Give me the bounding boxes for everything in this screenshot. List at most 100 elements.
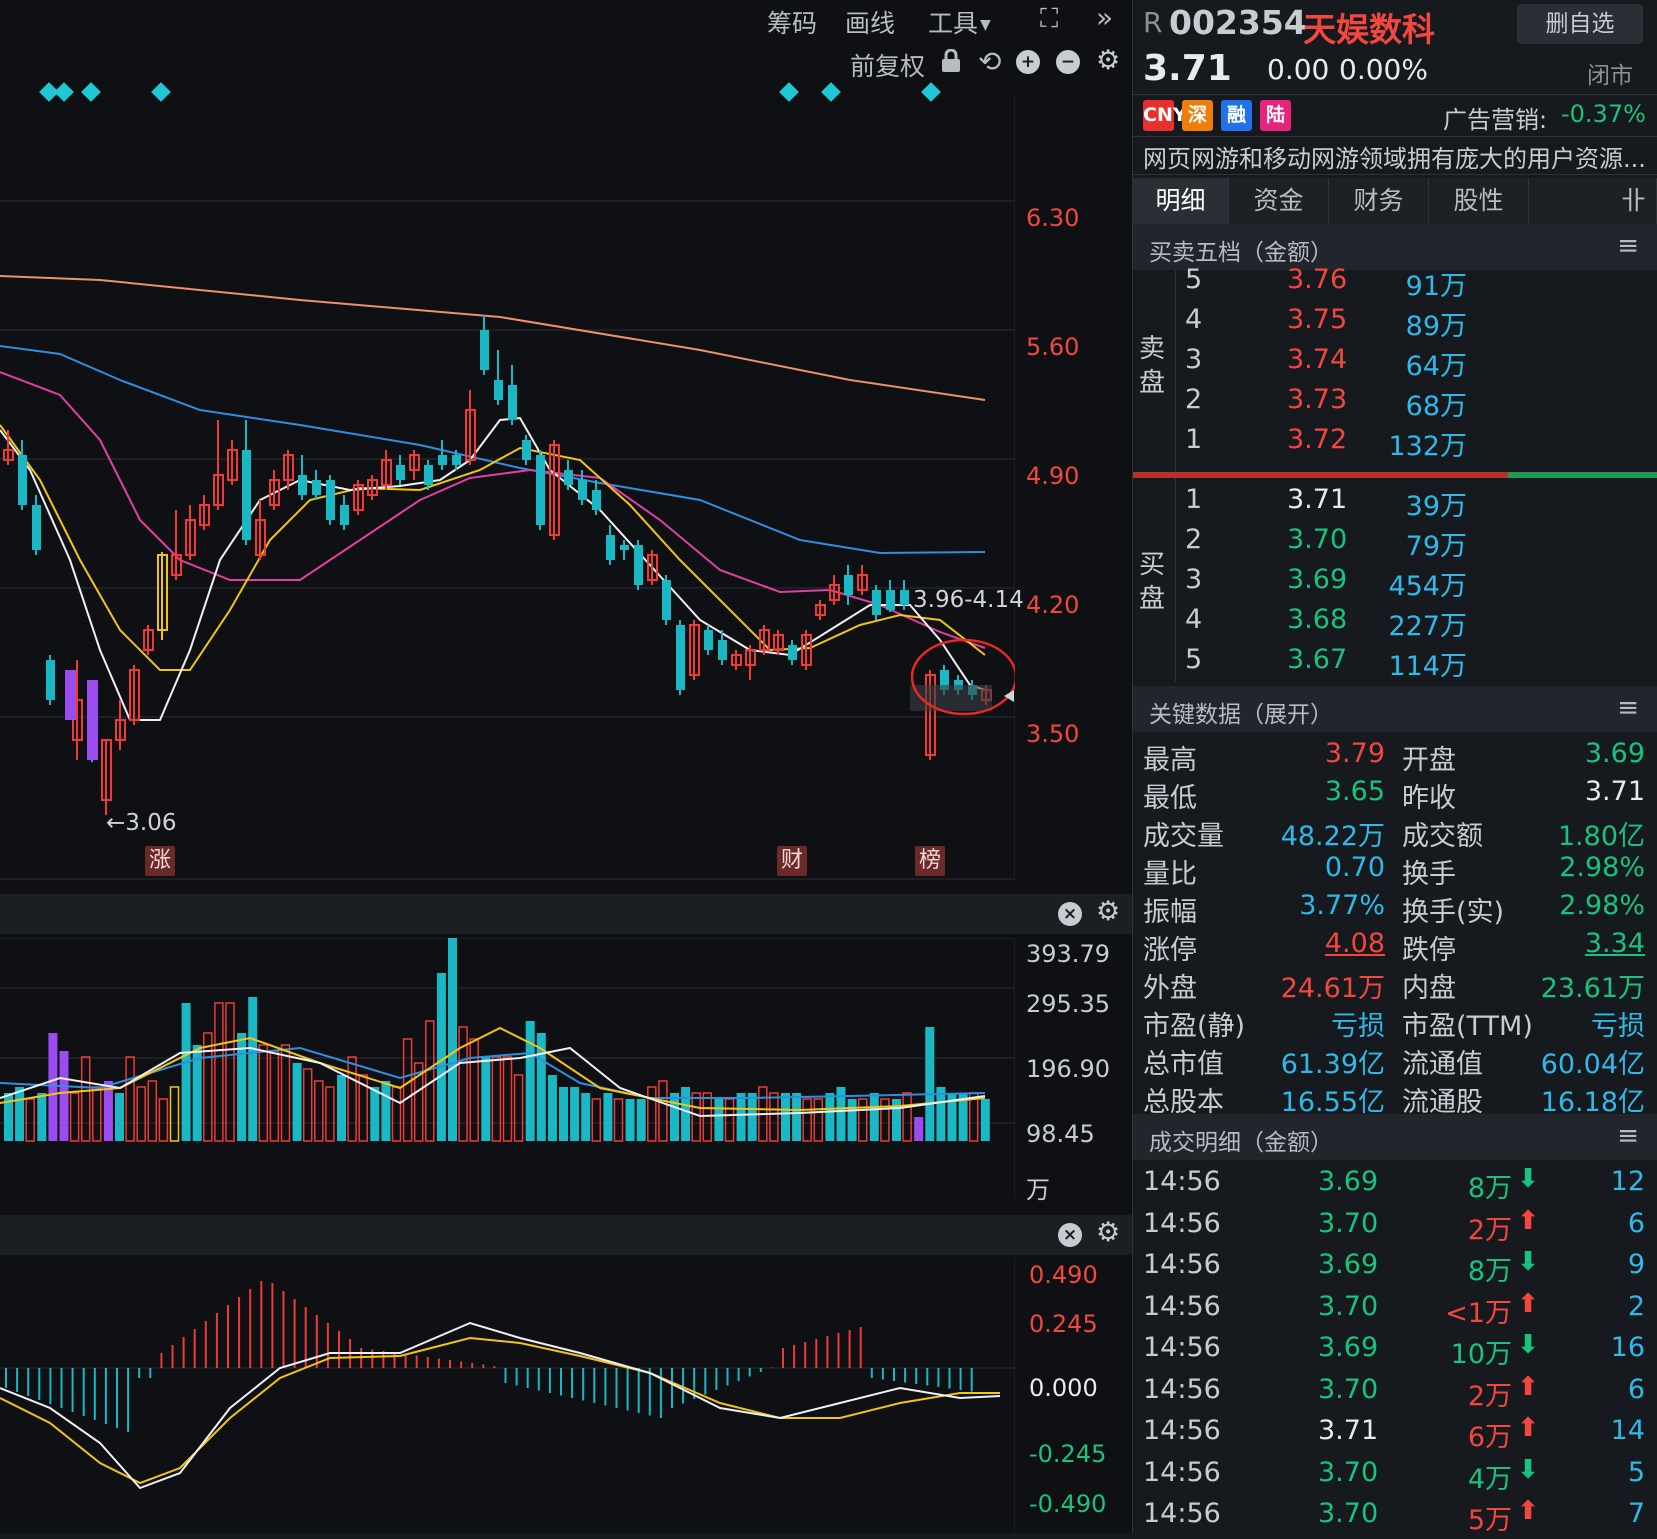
margin-badge[interactable]: 融 [1221, 100, 1252, 131]
volume-bar [670, 1093, 679, 1141]
limit-up-marker[interactable]: 涨 [145, 846, 175, 876]
macd-tick: 0.245 [1029, 1310, 1098, 1338]
menu-icon[interactable]: ≡ [1617, 1121, 1639, 1151]
volume-bar [747, 1093, 757, 1141]
low-price-label: ←3.06 [106, 810, 177, 836]
volume-bar [513, 1074, 524, 1142]
top-list-marker[interactable]: 榜 [915, 846, 945, 876]
trade-row[interactable]: 14:56 3.70 <1万 ⬆ 2 [1133, 1289, 1657, 1332]
candle-body [340, 505, 349, 525]
trade-row[interactable]: 14:56 3.71 6万 ⬆ 14 [1133, 1413, 1657, 1456]
shenzhen-badge[interactable]: 深 [1182, 100, 1213, 131]
key-data-value[interactable]: 3.71 [1585, 776, 1645, 807]
remove-watchlist-button[interactable]: 删自选 [1517, 4, 1643, 44]
orderbook-price: 3.70 [1287, 524, 1348, 555]
price-adjust-selector[interactable]: 前复权 [850, 47, 925, 83]
key-data-value[interactable]: 0.70 [1325, 852, 1385, 883]
volume-bar [248, 997, 258, 1141]
draw-line-button[interactable]: 画线 [845, 4, 895, 40]
trades-header[interactable]: 成交明细（金额） ≡ [1133, 1114, 1657, 1160]
volume-settings-gear-icon[interactable]: ⚙ [1096, 898, 1120, 925]
key-data-value[interactable]: 3.34 [1585, 928, 1645, 959]
volume-bar [381, 1081, 391, 1141]
tab-capital[interactable]: 资金 [1229, 178, 1329, 224]
fullscreen-icon[interactable]: ⛶ [1040, 6, 1058, 32]
undo-icon[interactable]: ⟲ [978, 48, 1001, 76]
zoom-out-icon[interactable]: − [1056, 50, 1080, 74]
chart-settings-gear-icon[interactable]: ⚙ [1096, 47, 1120, 74]
key-data-value[interactable]: 亏损 [1331, 1004, 1385, 1043]
key-data-value[interactable]: 24.61万 [1281, 966, 1385, 1005]
tab-finance[interactable]: 财务 [1329, 178, 1429, 224]
volume-tick: 196.90 [1026, 1055, 1110, 1083]
menu-icon[interactable]: ≡ [1617, 231, 1639, 261]
key-data-value[interactable]: 3.77% [1299, 890, 1385, 921]
zoom-in-icon[interactable]: + [1016, 50, 1040, 74]
tab-detail[interactable]: 明细 [1133, 178, 1229, 224]
key-data-value[interactable]: 23.61万 [1541, 966, 1645, 1005]
orderbook-row[interactable]: 4 3.75 89万 [1133, 304, 1657, 344]
candle-body [480, 330, 489, 370]
key-data-value[interactable]: 48.22万 [1281, 814, 1385, 853]
tab-character[interactable]: 股性 [1429, 178, 1529, 224]
key-data-value[interactable]: 61.39亿 [1281, 1042, 1385, 1081]
lock-icon[interactable] [940, 48, 962, 77]
close-macd-panel-icon[interactable]: × [1058, 1223, 1082, 1247]
trade-row[interactable]: 14:56 3.70 2万 ⬆ 6 [1133, 1206, 1657, 1249]
candle-body [606, 535, 615, 560]
key-data-label: 昨收 [1402, 783, 1456, 814]
trade-row[interactable]: 14:56 3.69 10万 ⬇ 16 [1133, 1330, 1657, 1373]
key-data-value[interactable]: 1.80亿 [1558, 814, 1645, 853]
key-data-value[interactable]: 2.98% [1559, 852, 1645, 883]
key-data-value[interactable]: 3.65 [1325, 776, 1385, 807]
chart-area[interactable]: 筹码 画线 工具 ▼ ⛶ » 前复权 ⟲ + − ⚙ 6.30 5.60 4.90… [0, 0, 1132, 1533]
menu-icon[interactable]: ≡ [1617, 693, 1639, 723]
expand-right-icon[interactable]: » [1096, 4, 1113, 32]
macd-settings-gear-icon[interactable]: ⚙ [1096, 1219, 1120, 1246]
orderbook-row[interactable]: 2 3.73 68万 [1133, 384, 1657, 424]
trade-row[interactable]: 14:56 3.69 8万 ⬇ 12 [1133, 1164, 1657, 1207]
orderbook-row[interactable]: 4 3.68 227万 [1133, 604, 1657, 644]
trade-row[interactable]: 14:56 3.70 2万 ⬆ 6 [1133, 1372, 1657, 1415]
key-data-value[interactable]: 3.79 [1325, 738, 1385, 769]
key-data-header[interactable]: 关键数据（展开） ≡ [1133, 686, 1657, 732]
chips-button[interactable]: 筹码 [767, 4, 817, 40]
orderbook-row[interactable]: 1 3.72 132万 [1133, 424, 1657, 464]
key-data-title: 关键数据（展开） [1149, 702, 1333, 728]
volume-bar [847, 1099, 857, 1141]
key-data-value[interactable]: 2.98% [1559, 890, 1645, 921]
tab-more[interactable]: 卝 [1529, 178, 1657, 224]
macd-chart[interactable] [0, 1258, 1015, 1533]
orderbook-row[interactable]: 2 3.70 79万 [1133, 524, 1657, 564]
key-data-value[interactable]: 4.08 [1325, 928, 1385, 959]
cny-badge[interactable]: CNY [1143, 100, 1187, 131]
orderbook-level: 1 [1185, 424, 1203, 455]
company-description[interactable]: 网页网游和移动网游领域拥有庞大的用户资源... [1143, 139, 1646, 174]
trade-row[interactable]: 14:56 3.69 8万 ⬇ 9 [1133, 1247, 1657, 1290]
key-data-value[interactable]: 亏损 [1591, 1004, 1645, 1043]
sector-label[interactable]: 广告营销: [1443, 100, 1547, 135]
volume-tick: 393.79 [1026, 940, 1110, 968]
orderbook-price: 3.76 [1287, 264, 1348, 295]
tools-menu[interactable]: 工具 ▼ [928, 4, 991, 40]
candle-body [900, 590, 909, 605]
price-chart[interactable] [0, 95, 1015, 880]
price-tick: 5.60 [1026, 333, 1080, 361]
volume-bar [302, 1068, 313, 1142]
orderbook-row[interactable]: 3 3.69 454万 [1133, 564, 1657, 604]
orderbook-row[interactable]: 1 3.71 39万 [1133, 484, 1657, 524]
orderbook-amount: 79万 [1405, 531, 1467, 562]
volume-chart[interactable] [0, 938, 1015, 1208]
close-volume-panel-icon[interactable]: × [1058, 902, 1082, 926]
orderbook-row[interactable]: 5 3.76 91万 [1133, 264, 1657, 304]
northbound-badge[interactable]: 陆 [1260, 100, 1291, 131]
key-data-value[interactable]: 60.04亿 [1541, 1042, 1645, 1081]
orderbook-row[interactable]: 3 3.74 64万 [1133, 344, 1657, 384]
volume-bar [714, 1099, 724, 1141]
key-data-value[interactable]: 3.69 [1585, 738, 1645, 769]
trade-row[interactable]: 14:56 3.70 4万 ⬇ 5 [1133, 1455, 1657, 1498]
volume-bar [525, 1021, 535, 1141]
financial-report-marker[interactable]: 财 [777, 846, 807, 876]
volume-bar [37, 1093, 47, 1141]
orderbook-row[interactable]: 5 3.67 114万 [1133, 644, 1657, 684]
